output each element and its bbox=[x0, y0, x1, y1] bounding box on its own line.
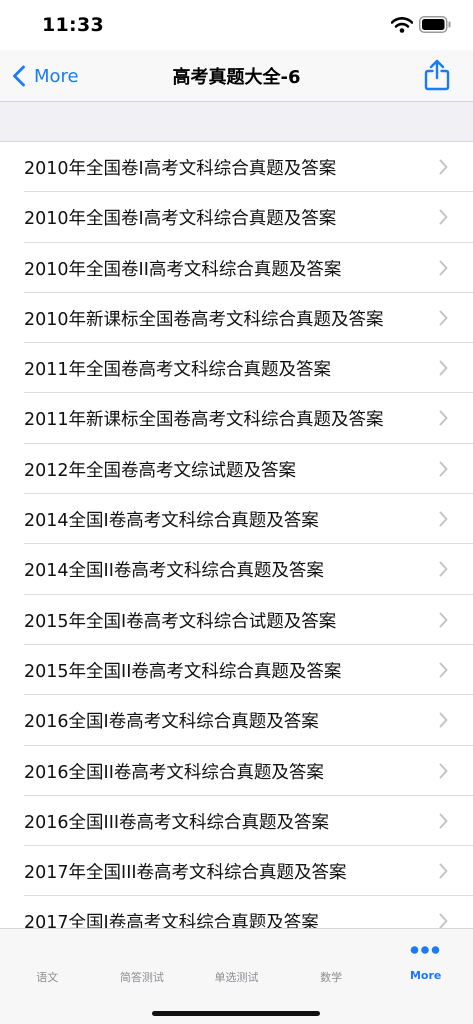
list-item-label: 2014全国I卷高考文科综合真题及答案 bbox=[24, 511, 319, 532]
tab-short-answer-test[interactable]: 简答测试 bbox=[95, 929, 190, 999]
list-item[interactable]: 2010年全国卷II高考文科综合真题及答案 bbox=[0, 243, 473, 294]
tab-single-choice-test[interactable]: 单选测试 bbox=[189, 929, 284, 999]
list-item-label: 2014全国II卷高考文科综合真题及答案 bbox=[24, 561, 324, 582]
page-title: 高考真题大全-6 bbox=[172, 67, 301, 88]
chevron-right-icon bbox=[439, 159, 448, 175]
list-item-label: 2011年全国卷高考文科综合真题及答案 bbox=[24, 360, 332, 381]
tab-chinese[interactable]: 语文 bbox=[0, 929, 95, 999]
section-header-spacer bbox=[0, 102, 473, 142]
chevron-right-icon bbox=[439, 913, 448, 928]
chevron-right-icon bbox=[439, 461, 448, 477]
status-time: 11:33 bbox=[42, 14, 104, 36]
list-item[interactable]: 2016全国II卷高考文科综合真题及答案 bbox=[0, 746, 473, 797]
chevron-right-icon bbox=[439, 360, 448, 376]
tab-label: More bbox=[409, 969, 442, 982]
list-item[interactable]: 2016全国I卷高考文科综合真题及答案 bbox=[0, 695, 473, 746]
status-bar: 11:33 bbox=[0, 0, 473, 50]
chevron-right-icon bbox=[439, 209, 448, 225]
chevron-right-icon bbox=[439, 763, 448, 779]
list-item-label: 2010年新课标全国卷高考文科综合真题及答案 bbox=[24, 309, 384, 330]
list-item[interactable]: 2014全国II卷高考文科综合真题及答案 bbox=[0, 544, 473, 595]
list-item-label: 2012年全国卷高考文综试题及答案 bbox=[24, 460, 297, 481]
list-item-label: 2010年全国卷II高考文科综合真题及答案 bbox=[24, 259, 342, 280]
chevron-right-icon bbox=[439, 410, 448, 426]
list-item-label: 2016全国II卷高考文科综合真题及答案 bbox=[24, 762, 324, 783]
list-item[interactable]: 2014全国I卷高考文科综合真题及答案 bbox=[0, 494, 473, 545]
chevron-right-icon bbox=[439, 310, 448, 326]
wifi-icon bbox=[391, 17, 413, 33]
chevron-right-icon bbox=[439, 712, 448, 728]
list-item[interactable]: 2010年新课标全国卷高考文科综合真题及答案 bbox=[0, 293, 473, 344]
list-item-label: 2016全国I卷高考文科综合真题及答案 bbox=[24, 712, 319, 733]
list-item[interactable]: 2011年新课标全国卷高考文科综合真题及答案 bbox=[0, 393, 473, 445]
chevron-right-icon bbox=[439, 612, 448, 628]
chevron-right-icon bbox=[439, 260, 448, 276]
list-item[interactable]: 2016全国III卷高考文科综合真题及答案 bbox=[0, 796, 473, 847]
tab-label: 语文 bbox=[36, 971, 59, 984]
list-item-label: 2015年全国I卷高考文科综合试题及答案 bbox=[24, 611, 337, 632]
chevron-right-icon bbox=[439, 863, 448, 879]
chevron-right-icon bbox=[439, 813, 448, 829]
tab-math[interactable]: 数学 bbox=[284, 929, 379, 999]
list-item-label: 2010年全国卷I高考文科综合真题及答案 bbox=[24, 209, 337, 230]
tab-more[interactable]: More bbox=[378, 929, 473, 999]
tab-label: 数学 bbox=[320, 971, 343, 984]
battery-icon bbox=[419, 16, 451, 33]
list-item[interactable]: 2011年全国卷高考文科综合真题及答案 bbox=[0, 343, 473, 394]
share-icon[interactable] bbox=[423, 59, 451, 91]
list-item[interactable]: 2012年全国卷高考文综试题及答案 bbox=[0, 444, 473, 495]
list-item[interactable]: 2017年全国III卷高考文科综合真题及答案 bbox=[0, 846, 473, 897]
chevron-right-icon bbox=[439, 662, 448, 678]
list-item-label: 2010年全国卷I高考文科综合真题及答案 bbox=[24, 159, 337, 179]
list-item-label: 2016全国III卷高考文科综合真题及答案 bbox=[24, 812, 330, 833]
list-item[interactable]: 2015年全国II卷高考文科综合真题及答案 bbox=[0, 645, 473, 696]
exam-list: 2010年全国卷I高考文科综合真题及答案 2010年全国卷I高考文科综合真题及答案… bbox=[0, 142, 473, 928]
list-item[interactable]: 2010年全国卷I高考文科综合真题及答案 bbox=[0, 142, 473, 193]
list-item-label: 2015年全国II卷高考文科综合真题及答案 bbox=[24, 661, 342, 682]
chevron-right-icon bbox=[439, 511, 448, 527]
list-item-label: 2017全国I卷高考文科综合真题及答案 bbox=[24, 913, 319, 928]
home-indicator bbox=[152, 1011, 320, 1016]
navigation-bar: More 高考真题大全-6 bbox=[0, 50, 473, 102]
list-item-label: 2017年全国III卷高考文科综合真题及答案 bbox=[24, 863, 347, 884]
list-item[interactable]: 2017全国I卷高考文科综合真题及答案 bbox=[0, 896, 473, 928]
tab-label: 简答测试 bbox=[119, 971, 164, 984]
list-item[interactable]: 2010年全国卷I高考文科综合真题及答案 bbox=[0, 192, 473, 243]
tab-label: 单选测试 bbox=[214, 971, 259, 984]
chevron-right-icon bbox=[439, 561, 448, 577]
more-dots-icon bbox=[411, 946, 440, 954]
tab-bar: 语文 简答测试 单选测试 数学 More bbox=[0, 928, 473, 1024]
list-item[interactable]: 2015年全国I卷高考文科综合试题及答案 bbox=[0, 595, 473, 646]
list-item-label: 2011年新课标全国卷高考文科综合真题及答案 bbox=[24, 410, 384, 431]
